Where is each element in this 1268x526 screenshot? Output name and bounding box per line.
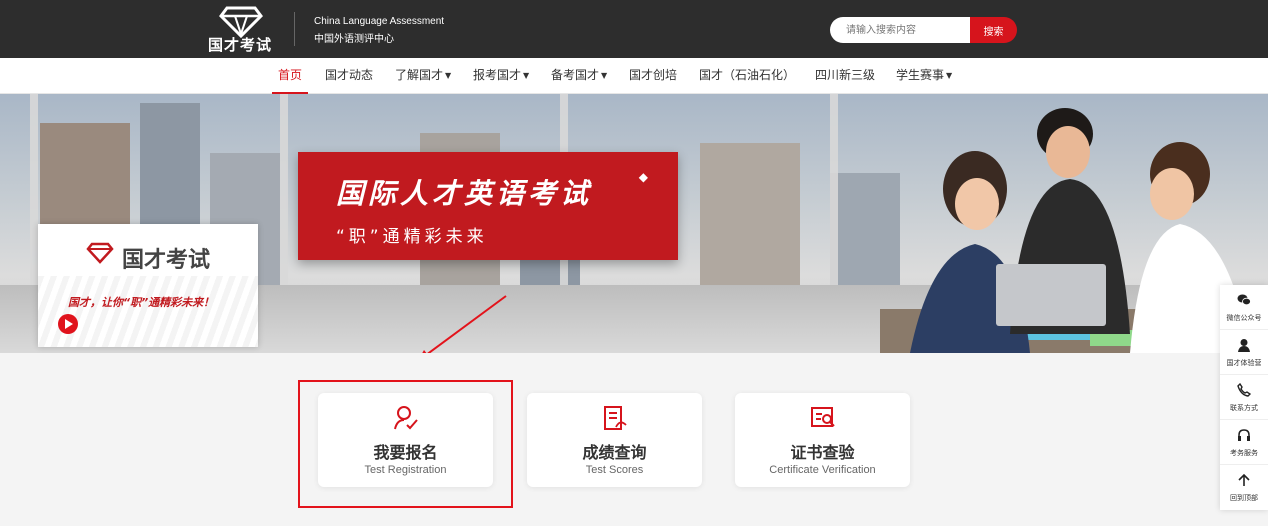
nav-item-home[interactable]: 首页 <box>272 58 309 94</box>
user-check-icon <box>393 406 418 430</box>
play-icon[interactable] <box>58 314 78 334</box>
sidebar-item-exam-service[interactable]: 考务服务 <box>1220 420 1268 465</box>
arrow-up-icon <box>1238 473 1250 486</box>
nav-item-prepare[interactable]: 备考国才 ▼ <box>551 58 607 94</box>
hero-banner[interactable]: 国际人才英语考试 ◆ “职”通精彩未来 国才考试 国才，让你“职”通精彩未来！ <box>0 94 1268 353</box>
diamond-icon: ◆ <box>638 170 648 184</box>
card-subtitle: Certificate Verification <box>769 464 876 476</box>
search-input[interactable] <box>830 17 970 43</box>
main-nav: 首页 国才动态 了解国才 ▼ 报考国才 ▼ 备考国才 ▼ 国才创培 国才（石油石化） … <box>0 58 1268 94</box>
banner-title: 国际人才英语考试 <box>336 177 593 210</box>
sidebar-item-wechat[interactable]: 微信公众号 <box>1220 285 1268 330</box>
nav-item-news[interactable]: 国才动态 <box>325 58 373 94</box>
sidebar-item-camp[interactable]: 国才体验营 <box>1220 330 1268 375</box>
sidebar-item-back-to-top[interactable]: 回到顶部 <box>1220 465 1268 510</box>
certificate-verification-card[interactable]: 证书查验 Certificate Verification <box>735 393 910 487</box>
floating-sidebar: 微信公众号 国才体验营 联系方式 考务服务 回到顶部 <box>1220 285 1268 510</box>
sidebar-label: 国才体验营 <box>1226 359 1262 367</box>
phone-icon <box>1237 383 1251 397</box>
chevron-down-icon: ▼ <box>946 71 953 80</box>
test-scores-card[interactable]: 成绩查询 Test Scores <box>527 393 702 487</box>
card-subtitle: Test Registration <box>364 464 447 476</box>
sidebar-label: 微信公众号 <box>1226 314 1262 322</box>
org-name-cn: 中国外语测评中心 <box>314 34 394 45</box>
test-registration-card[interactable]: 我要报名 Test Registration <box>318 393 493 487</box>
promo-video-card[interactable]: 国才考试 国才，让你“职”通精彩未来！ <box>38 224 258 347</box>
brand-logo-text[interactable]: 国才考试 <box>208 34 272 55</box>
brand-logo-icon <box>86 242 114 264</box>
person-icon <box>1238 339 1250 352</box>
banner-headline-panel: 国际人才英语考试 ◆ “职”通精彩未来 <box>298 152 678 260</box>
laptop-illustration <box>996 264 1106 326</box>
chevron-down-icon: ▼ <box>523 71 530 80</box>
sidebar-label: 联系方式 <box>1230 404 1258 412</box>
video-card-slogan: 国才，让你“职”通精彩未来！ <box>68 296 215 309</box>
headset-icon <box>1238 429 1250 441</box>
nav-item-competition[interactable]: 学生赛事 ▼ <box>896 58 952 94</box>
score-sheet-icon <box>603 406 627 430</box>
card-title: 成绩查询 <box>582 443 647 462</box>
card-subtitle: Test Scores <box>585 464 644 476</box>
card-title: 证书查验 <box>790 443 855 462</box>
nav-item-petrochemical[interactable]: 国才（石油石化） <box>699 58 795 94</box>
nav-item-about[interactable]: 了解国才 ▼ <box>395 58 451 94</box>
certificate-search-icon <box>810 407 835 427</box>
nav-item-training[interactable]: 国才创培 <box>629 58 677 94</box>
building-shape <box>700 143 800 293</box>
org-name-en: China Language Assessment <box>314 16 445 27</box>
nav-item-sichuan[interactable]: 四川新三级 <box>815 58 875 94</box>
video-card-background <box>38 276 258 347</box>
sidebar-label: 回到顶部 <box>1230 494 1258 502</box>
nav-item-register[interactable]: 报考国才 ▼ <box>473 58 529 94</box>
sidebar-label: 考务服务 <box>1230 449 1258 457</box>
chevron-down-icon: ▼ <box>601 71 608 80</box>
top-header: 国才考试 China Language Assessment 中国外语测评中心 … <box>0 0 1268 58</box>
wechat-icon <box>1237 294 1251 306</box>
chevron-down-icon: ▼ <box>445 71 452 80</box>
banner-subtitle: “职”通精彩未来 <box>336 227 488 247</box>
pointer-arrow-icon <box>422 295 507 353</box>
video-card-logo-text: 国才考试 <box>122 247 211 273</box>
header-divider <box>294 12 295 46</box>
card-title: 我要报名 <box>373 443 438 462</box>
sidebar-item-contact[interactable]: 联系方式 <box>1220 375 1268 420</box>
search-button[interactable]: 搜索 <box>970 17 1017 43</box>
